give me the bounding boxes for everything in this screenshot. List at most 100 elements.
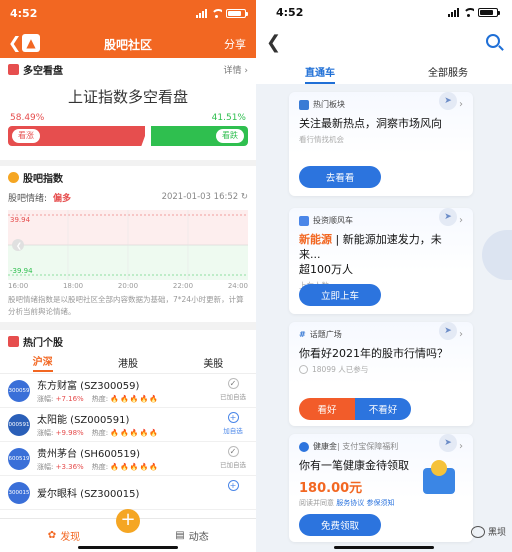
watermark-logo-icon: [470, 525, 485, 538]
card-tag: 话题广场: [309, 330, 342, 339]
agreement-text: 阅读并同意 服务协议 参保须知: [299, 499, 395, 507]
stock-row[interactable]: 000591 太阳能 (SZ000591) 涨幅: +9.98% 热度: 🔥🔥🔥🔥🔥 +…: [0, 408, 256, 442]
stock-logo-icon: 600519: [8, 447, 30, 470]
status-bar: 4:52: [276, 6, 500, 19]
added-watchlist-button[interactable]: ✓ 已加自选: [218, 446, 248, 469]
bullish-button[interactable]: 看好: [299, 398, 355, 420]
page-title: 股吧社区: [103, 38, 152, 52]
status-bar: 4:52: [10, 6, 248, 20]
car-icon: [299, 215, 309, 226]
feed-icon: ▤: [175, 530, 185, 541]
plus-icon: +: [227, 480, 239, 491]
section-title: 多空看盘: [23, 65, 63, 77]
claim-free-button[interactable]: 免费领取: [299, 514, 381, 536]
share-button[interactable]: 分享: [224, 36, 246, 52]
status-time: 4:52: [10, 6, 38, 20]
x-tick: 22:00: [172, 282, 194, 290]
investment-card[interactable]: ➤ 投资顺风车› 新能源 | 新能源加速发力，未来...超100万人 上车人数 …: [289, 208, 473, 314]
stock-name: 爱尔眼科 (SZ300015): [37, 489, 140, 500]
heat-icons: 🔥🔥🔥🔥🔥: [110, 429, 159, 437]
bullbear-header: 多空看盘 详情 ›: [0, 58, 256, 80]
tab-hk[interactable]: 港股: [118, 355, 138, 370]
hot-sector-card[interactable]: ➤ 热门板块 › 关注最新热点，洞察市场风向 看行情找机会 去看看: [289, 92, 473, 196]
stock-row[interactable]: 300059 东方财富 (SZ300059) 涨幅: +7.16% 热度: 🔥🔥🔥🔥🔥…: [0, 374, 256, 408]
left-header: 4:52 ❮ ▲ 股吧社区 分享: [0, 0, 256, 58]
post-button[interactable]: +: [116, 509, 140, 533]
board-now-button[interactable]: 立即上车: [299, 284, 381, 306]
participants: 18099 人已参与: [289, 361, 473, 375]
tab-hs[interactable]: 沪深: [32, 353, 53, 372]
added-watchlist-button[interactable]: ✓ 已加自选: [218, 378, 248, 401]
battery-icon: [226, 8, 248, 18]
add-watchlist-button[interactable]: + 加自选: [218, 412, 248, 435]
stock-logo-icon: 300059: [8, 379, 30, 402]
chevron-right-icon: ›: [459, 215, 463, 226]
tab-direct[interactable]: 直通车: [256, 64, 384, 84]
bear-bar[interactable]: 看涨: [8, 126, 145, 146]
chevron-right-icon: ›: [459, 441, 463, 452]
card-tag: 健康金: [313, 442, 337, 451]
go-see-button[interactable]: 去看看: [299, 166, 381, 188]
card-title: 关注最新热点，洞察市场风向: [299, 117, 442, 130]
bullbear-bar: 看涨 看跌: [8, 126, 248, 146]
bull-percent: 41.51%: [211, 113, 246, 123]
index-chart: ❮ 39.94 -39.94: [8, 210, 248, 280]
index-card: 股吧指数 股吧情绪: 偏多 2021-01-03 16:52 ↻ ❮ 39.94…: [0, 166, 256, 322]
x-axis: 16:00 18:00 20:00 22:00 24:00: [8, 282, 248, 290]
tab-all-services[interactable]: 全部服务: [384, 64, 512, 83]
stock-name: 贵州茅台 (SH600519): [37, 449, 141, 460]
right-header: 4:52 ❮ 直通车 全部服务: [256, 0, 512, 84]
add-watchlist-button[interactable]: +: [218, 480, 248, 493]
back-icon[interactable]: ❮: [266, 32, 281, 53]
service-agreement-link[interactable]: 服务协议: [336, 499, 364, 507]
market-tabs: 沪深 港股 美股: [0, 352, 256, 374]
search-icon[interactable]: [486, 34, 500, 48]
chevron-right-icon: ›: [459, 99, 463, 110]
x-tick: 18:00: [62, 282, 84, 290]
hot-stocks-card: 热门个股 沪深 港股 美股 300059 东方财富 (SZ300059) 涨幅: +…: [0, 330, 256, 520]
stock-row[interactable]: 600519 贵州茅台 (SH600519) 涨幅: +3.36% 热度: 🔥🔥🔥🔥🔥…: [0, 442, 256, 476]
bearish-button[interactable]: 不看好: [355, 398, 411, 420]
nav-discover[interactable]: ✿ 发现: [0, 528, 128, 543]
health-fund-card[interactable]: ➤ 健康金 | 支付宝保障福利 › 你有一笔健康金待领取 180.00元 阅读并同…: [289, 434, 473, 542]
home-indicator: [78, 546, 178, 549]
heat-icons: 🔥🔥🔥🔥🔥: [110, 463, 159, 471]
svg-text:❮: ❮: [16, 242, 22, 250]
left-screen: 4:52 ❮ ▲ 股吧社区 分享 多空看盘 详情 › 上证指数多空看盘 58.4…: [0, 0, 256, 552]
pin-icon[interactable]: ➤: [439, 92, 457, 110]
index-time: 2021-01-03 16:52 ↻: [161, 192, 248, 202]
pin-icon[interactable]: ➤: [439, 434, 457, 452]
y-bottom-label: -39.94: [10, 267, 33, 275]
bear-pill: 看涨: [12, 129, 40, 143]
hot-sector-icon: [299, 99, 309, 110]
index-description: 股吧情绪指数是以股吧社区全部内容数据为基础，7*24小时更新，计算分析当前舆论情…: [8, 295, 244, 316]
nav-feed[interactable]: ▤ 动态: [128, 528, 256, 543]
details-link[interactable]: 详情 ›: [224, 63, 248, 76]
pin-icon[interactable]: ➤: [439, 322, 457, 340]
section-title: 股吧指数: [23, 173, 63, 185]
check-icon: ✓: [227, 446, 239, 457]
bull-bar[interactable]: 看跌: [150, 126, 248, 146]
battery-icon: [478, 8, 500, 17]
index-header: 股吧指数: [0, 166, 256, 188]
watermark: 黑坝: [470, 525, 506, 538]
heat-icons: 🔥🔥🔥🔥🔥: [110, 395, 159, 403]
signal-icon: [196, 8, 207, 18]
stock-row[interactable]: 300015 爱尔眼科 (SZ300015) +: [0, 476, 256, 510]
insurance-notice-link[interactable]: 参保须知: [366, 499, 394, 507]
tab-us[interactable]: 美股: [203, 355, 223, 370]
stock-change: +9.98%: [55, 429, 84, 437]
index-icon: [8, 171, 19, 183]
mood-label: 股吧情绪:: [8, 193, 48, 204]
bullbear-title: 上证指数多空看盘: [67, 88, 188, 106]
decor-bubble: [482, 230, 512, 280]
plus-icon: +: [227, 412, 239, 423]
y-top-label: 39.94: [10, 216, 31, 224]
people-icon: [299, 365, 308, 374]
wifi-icon: [463, 8, 474, 17]
stock-name: 太阳能 (SZ000591): [37, 415, 130, 426]
pin-icon[interactable]: ➤: [439, 208, 457, 226]
topic-card[interactable]: ➤ # 话题广场 › 你看好2021年的股市行情吗？ 18099 人已参与 看好 不…: [289, 322, 473, 426]
mood-value: 偏多: [53, 193, 72, 204]
bull-pill: 看跌: [216, 129, 244, 143]
